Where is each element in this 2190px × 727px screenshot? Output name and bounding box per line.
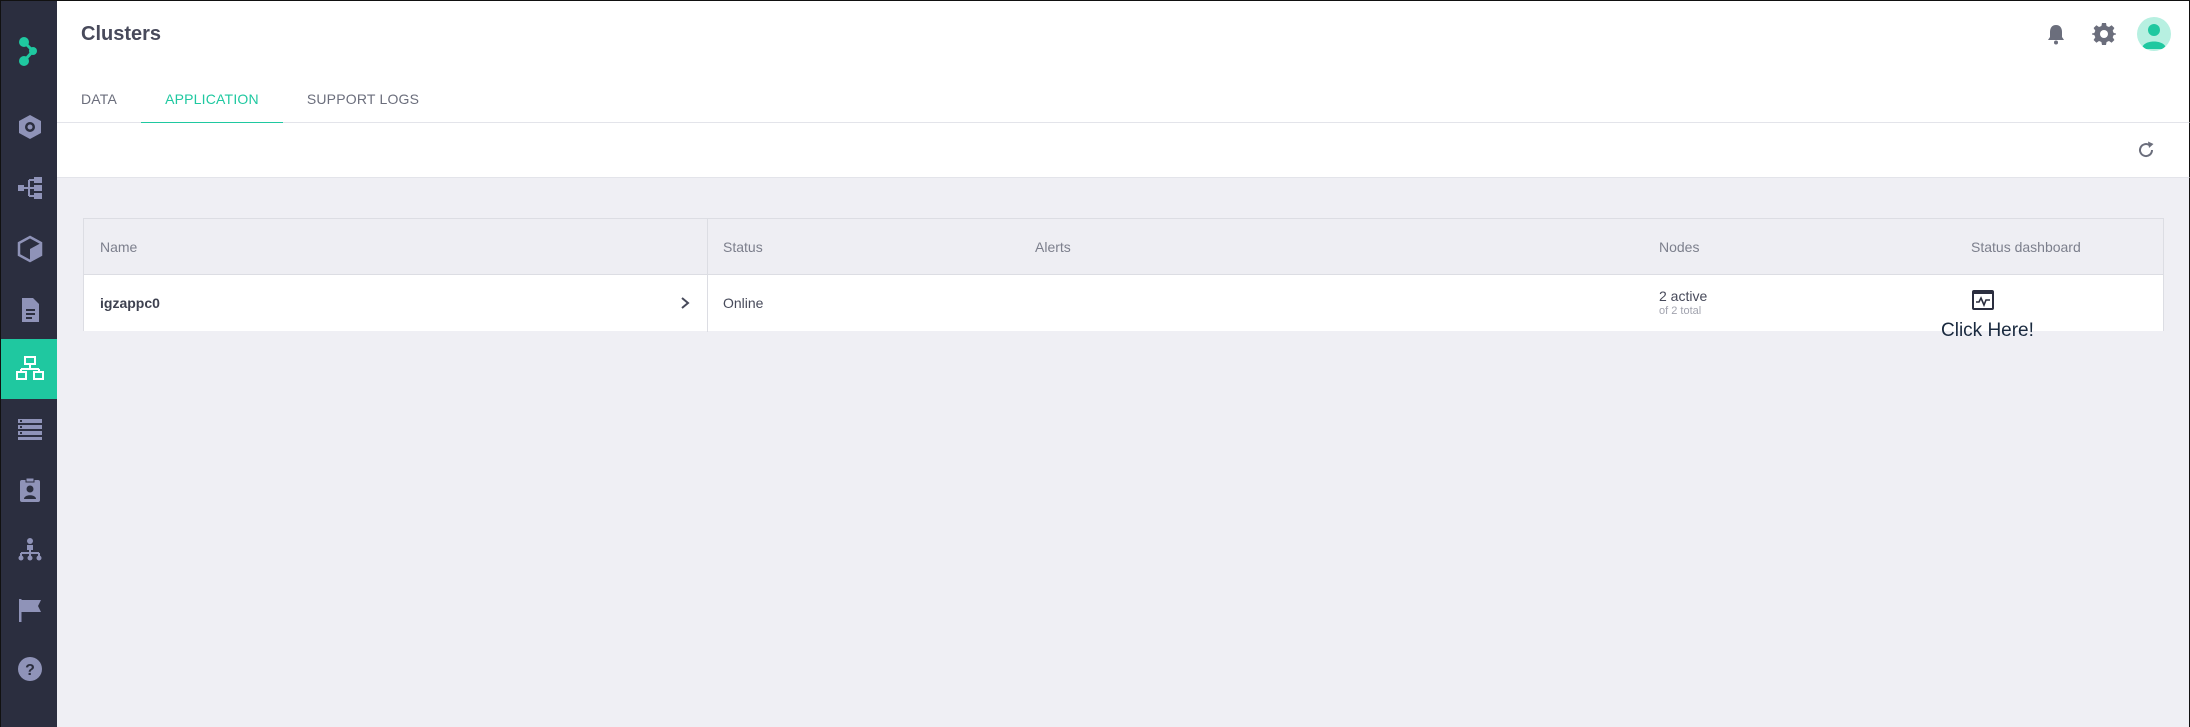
click-here-annotation[interactable]: Click Here! — [1941, 320, 2034, 342]
sidebar-item-identity[interactable] — [1, 460, 58, 520]
header-actions — [2041, 17, 2171, 51]
sidebar-item-documents[interactable] — [1, 280, 58, 340]
clusters-icon — [15, 356, 44, 380]
clusters-table: Name Status Alerts Nodes Status dashboar… — [83, 218, 2164, 332]
toolbar — [57, 123, 2190, 178]
document-icon — [21, 298, 39, 322]
projects-icon — [18, 115, 41, 139]
cluster-nodes: 2 active of 2 total — [1659, 275, 1707, 331]
sidebar-item-storage[interactable] — [1, 399, 58, 459]
dashboard-chart-icon — [1972, 290, 1994, 310]
sidebar-item-clusters[interactable] — [1, 339, 58, 399]
tab-support-logs[interactable]: SUPPORT LOGS — [283, 85, 443, 124]
sidebar-item-projects[interactable] — [1, 97, 58, 157]
nodes-total: of 2 total — [1659, 305, 1702, 317]
sidebar-item-containers[interactable] — [1, 219, 58, 279]
app-root: ? Clusters DATA APPLICATION SUPPORT LOGS… — [0, 0, 2190, 727]
bell-icon — [2048, 25, 2064, 45]
chevron-right-icon — [681, 297, 690, 309]
user-avatar[interactable] — [2137, 17, 2171, 51]
column-header-alerts[interactable]: Alerts — [1035, 219, 1071, 275]
logo-icon[interactable] — [1, 25, 58, 77]
nodes-active: 2 active — [1659, 288, 1708, 304]
header: Clusters DATA APPLICATION SUPPORT LOGS — [57, 0, 2190, 124]
column-divider — [707, 219, 708, 332]
column-header-status-dashboard[interactable]: Status dashboard — [1971, 219, 2081, 275]
tab-application[interactable]: APPLICATION — [141, 85, 283, 124]
storage-list-icon — [17, 419, 42, 440]
sidebar-item-flags[interactable] — [1, 580, 58, 640]
tab-data[interactable]: DATA — [57, 85, 141, 124]
column-header-status[interactable]: Status — [723, 219, 763, 275]
identity-icon — [19, 477, 40, 502]
sidebar-item-help[interactable]: ? — [1, 639, 58, 699]
notifications-button[interactable] — [2041, 19, 2071, 49]
expand-row-button[interactable] — [680, 275, 690, 331]
status-dashboard-button[interactable] — [1971, 289, 1995, 311]
column-header-name[interactable]: Name — [100, 219, 137, 275]
table-header: Name Status Alerts Nodes Status dashboar… — [84, 219, 2163, 275]
tab-bar: DATA APPLICATION SUPPORT LOGS — [57, 85, 443, 124]
sidebar-item-org[interactable] — [1, 520, 58, 580]
column-header-nodes[interactable]: Nodes — [1659, 219, 1699, 275]
cluster-name[interactable]: igzappc0 — [100, 275, 160, 331]
refresh-icon — [2139, 141, 2154, 158]
help-icon: ? — [17, 657, 42, 681]
settings-button[interactable] — [2089, 19, 2119, 49]
sidebar: ? — [0, 0, 58, 727]
refresh-button[interactable] — [2133, 137, 2159, 163]
gear-icon — [2092, 23, 2116, 45]
pipelines-icon — [17, 177, 42, 199]
flag-icon — [18, 599, 41, 622]
cluster-status: Online — [723, 295, 764, 311]
org-chart-icon — [18, 538, 41, 561]
user-icon — [2142, 24, 2166, 49]
containers-icon — [17, 235, 42, 263]
svg-text:?: ? — [25, 662, 35, 679]
sidebar-item-pipelines[interactable] — [1, 158, 58, 218]
table-row[interactable]: igzappc0 Online 2 active of 2 total — [84, 275, 2163, 331]
page-title: Clusters — [81, 23, 162, 45]
